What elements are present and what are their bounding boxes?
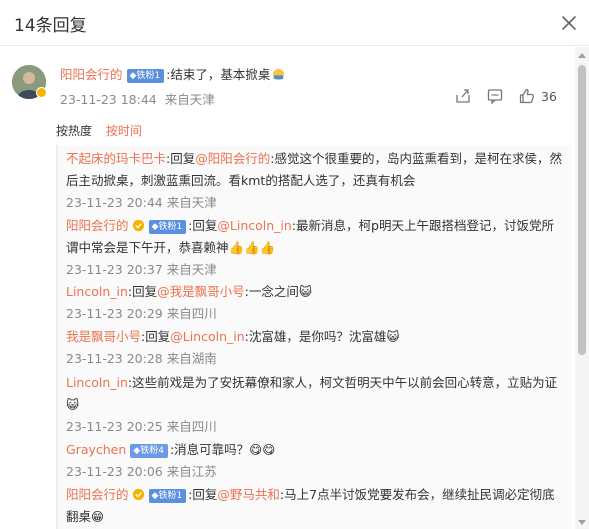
reply-time: 23-11-23 20:29 来自四川 [66,306,217,321]
reply-prefix: :回复 [188,487,218,502]
dialog-title: 14条回复 [14,16,87,36]
reply-prefix: :回复 [166,151,196,166]
reply-username[interactable]: Graychen [66,442,126,457]
fan-badge-label: 铁粉1 [158,491,183,501]
fan-badge: ◆铁粉1 [148,220,187,234]
reply-content: :一念之间😺 [244,284,312,299]
reply-time: 23-11-23 20:25 来自四川 [66,419,217,434]
main-comment-username[interactable]: 阳阳会行的 [60,67,123,82]
reply-mention[interactable]: @我是飘哥小号 [157,284,245,299]
reply-text-line: 我是飘哥小号:回复@Lincoln_in:沈富雄，是你吗？沈富雄😺 [66,326,562,348]
main-comment-meta: 23-11-23 18:44 来自天津 [60,89,215,108]
sort-by-time-button[interactable]: 按时间 [106,124,142,138]
reply-text-line: 阳阳会行的 ◆铁粉1:回复@Lincoln_in:最新消息，柯p明天上午跟搭档登记… [66,215,562,259]
fan-badge-label: 铁粉4 [140,446,164,456]
fan-badge: ◆铁粉4 [130,444,168,458]
reply-time: 23-11-23 20:28 来自湖南 [66,351,217,366]
comment-icon[interactable] [486,87,504,105]
reply-username[interactable]: 不起床的玛卡巴卡 [66,151,166,166]
reply-username[interactable]: 我是飘哥小号 [66,329,141,344]
reply-text-line: Lincoln_in:回复@我是飘哥小号:一念之间😺 [66,281,562,303]
reply-username[interactable]: Lincoln_in [66,375,128,390]
reply-username[interactable]: Lincoln_in [66,284,128,299]
main-comment-line: 阳阳会行的 ◆铁粉1:结束了，基本掀桌 [60,64,285,83]
emoji-icon [273,68,285,81]
scroll-up-arrow-icon[interactable] [578,53,586,58]
main-comment-location: 来自天津 [164,92,215,107]
fan-badge: ◆铁粉1 [148,489,187,503]
sort-by-hot-button[interactable]: 按热度 [56,124,92,138]
main-comment-text: :结束了，基本掀桌 [166,67,271,82]
sort-options: 按热度 按时间 [56,122,142,139]
reply-item: Lincoln_in:回复@我是飘哥小号:一念之间😺 23-11-23 20:2… [66,281,562,325]
reply-list: 不起床的玛卡巴卡:回复@阳阳会行的:感觉这个很重要的，岛内蓝熏看到，是柯在求侯，… [56,145,572,529]
reply-username[interactable]: 阳阳会行的 [66,218,129,233]
reply-item: 阳阳会行的 ◆铁粉1:回复@野马共和:马上7点半讨饭党要发布会，继续扯民调必定彻底… [66,484,562,528]
comments-panel[interactable]: 阳阳会行的 ◆铁粉1:结束了，基本掀桌 23-11-23 18:44 来自天津 3… [0,47,589,529]
reply-prefix: :回复 [127,284,158,299]
reply-item: Graychen ◆铁粉4:消息可靠吗？😋😋 23-11-23 20:06 来自江… [66,439,562,483]
reply-text-line: Graychen ◆铁粉4:消息可靠吗？😋😋 [66,439,562,461]
scrollbar[interactable] [575,47,589,529]
reply-prefix: :回复 [141,329,171,344]
reply-time: 23-11-23 20:37 来自天津 [66,262,217,277]
reply-username[interactable]: 阳阳会行的 [66,487,129,502]
reply-item: 不起床的玛卡巴卡:回复@阳阳会行的:感觉这个很重要的，岛内蓝熏看到，是柯在求侯，… [66,148,562,214]
reply-item: Lincoln_in:这些前戏是为了安抚幕僚和家人，柯文哲明天中午以前会回心转意… [66,372,562,438]
scrollbar-thumb[interactable] [578,65,586,355]
fan-badge: ◆铁粉1 [126,69,165,83]
reply-text-line: Lincoln_in:这些前戏是为了安抚幕僚和家人，柯文哲明天中午以前会回心转意… [66,372,562,416]
reply-mention[interactable]: @Lincoln_in [217,218,291,233]
reply-time: 23-11-23 20:44 来自天津 [66,195,217,210]
reply-mention[interactable]: @Lincoln_in [170,329,244,344]
reply-content: :消息可靠吗？😋😋 [169,442,276,457]
reply-item: 我是飘哥小号:回复@Lincoln_in:沈富雄，是你吗？沈富雄😺 23-11-… [66,326,562,370]
reply-prefix: :回复 [188,218,218,233]
verified-icon [132,488,144,501]
fan-badge-label: 铁粉1 [136,71,161,81]
reply-content: :沈富雄，是你吗？沈富雄😺 [244,329,400,344]
scroll-down-arrow-icon[interactable] [578,520,586,525]
like-icon[interactable] [518,87,536,105]
share-icon[interactable] [454,87,472,105]
reply-text-line: 阳阳会行的 ◆铁粉1:回复@野马共和:马上7点半讨饭党要发布会，继续扯民调必定彻底… [66,484,562,528]
verified-icon [132,219,144,232]
main-comment-time: 23-11-23 18:44 [60,92,157,107]
reply-content: :这些前戏是为了安抚幕僚和家人，柯文哲明天中午以前会回心转意，立贴为证😺 [66,375,558,412]
reply-mention[interactable]: @阳阳会行的 [195,151,270,166]
reply-mention[interactable]: @野马共和 [217,487,280,502]
reply-text-line: 不起床的玛卡巴卡:回复@阳阳会行的:感觉这个很重要的，岛内蓝熏看到，是柯在求侯，… [66,148,562,192]
like-count: 36 [541,89,557,104]
fan-badge-label: 铁粉1 [158,222,183,232]
close-icon[interactable] [557,11,581,35]
reply-time: 23-11-23 20:06 来自江苏 [66,464,217,479]
reply-item: 阳阳会行的 ◆铁粉1:回复@Lincoln_in:最新消息，柯p明天上午跟搭档登记… [66,215,562,281]
dialog-header: 14条回复 [0,0,589,46]
verified-badge-icon [36,87,47,98]
